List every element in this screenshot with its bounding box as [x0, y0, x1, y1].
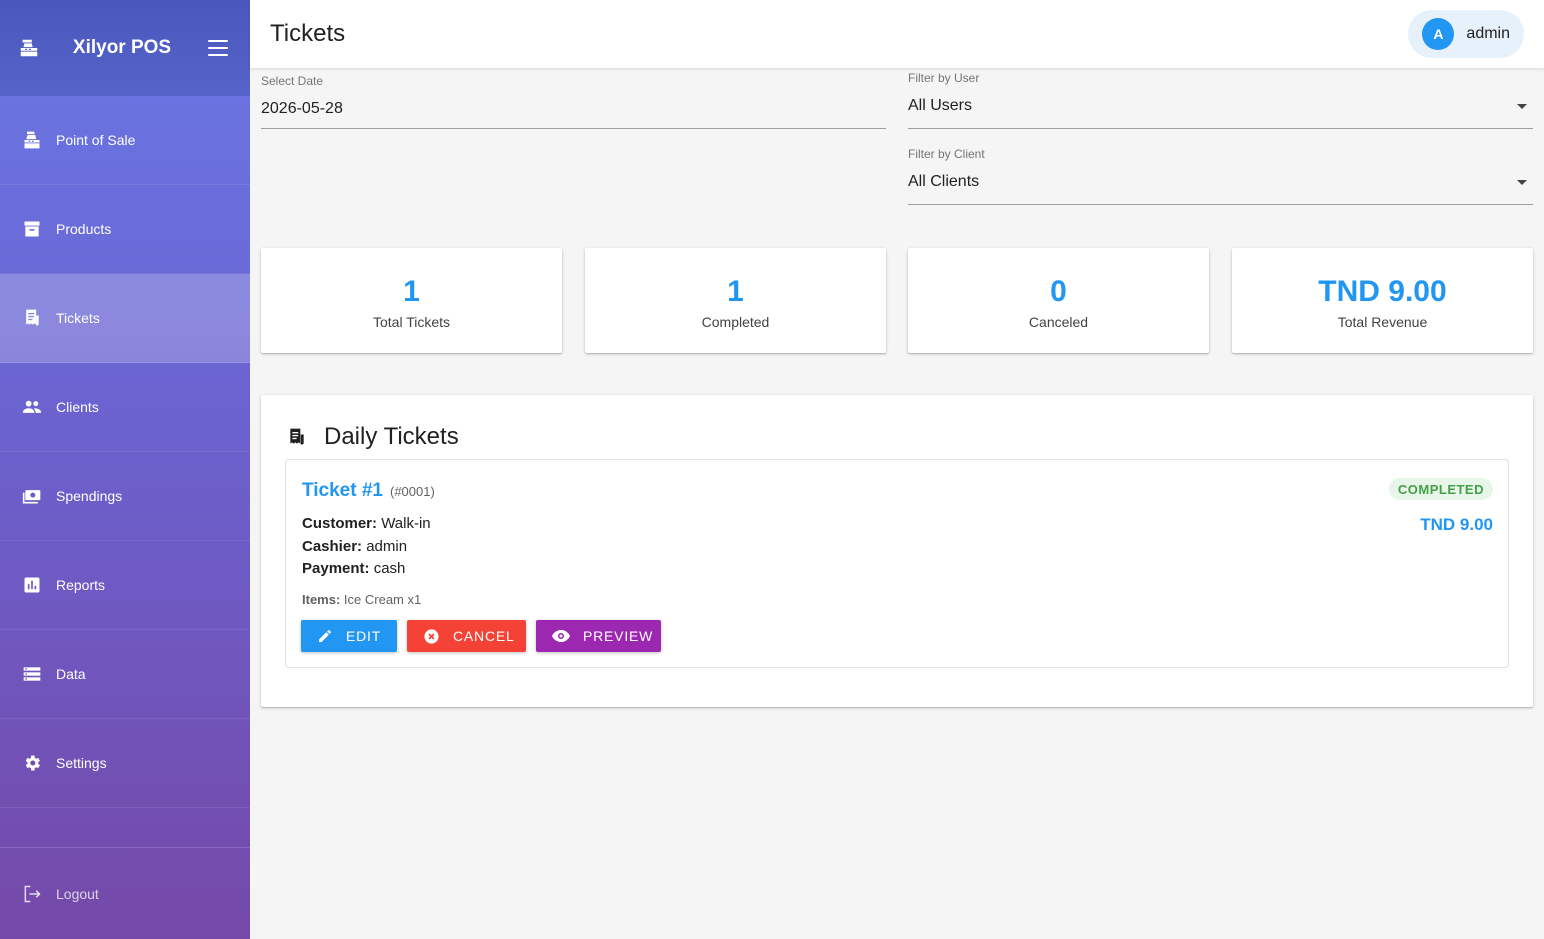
pencil-icon	[317, 627, 333, 645]
sidebar-item-reports[interactable]: Reports	[0, 541, 250, 630]
client-filter-value: All Clients	[908, 173, 980, 190]
cash-register-icon	[22, 130, 42, 150]
date-field-label: Select Date	[261, 74, 324, 88]
sidebar-item-data[interactable]: Data	[0, 630, 250, 719]
top-bar: Tickets A admin	[250, 0, 1544, 68]
stat-value: 1	[727, 275, 744, 308]
stat-caption: Canceled	[1028, 314, 1089, 330]
panel-header: Daily Tickets	[287, 423, 459, 451]
sidebar-item-label: Products	[56, 221, 112, 237]
sidebar-item-label: Data	[56, 666, 86, 682]
date-field-value[interactable]: 2026-05-28	[261, 100, 343, 118]
receipt-icon	[287, 426, 307, 448]
stat-card-total-revenue: TND 9.00 Total Revenue	[1232, 248, 1533, 353]
sidebar-item-label: Settings	[56, 755, 107, 771]
hamburger-menu-icon[interactable]	[208, 40, 228, 56]
cancel-button[interactable]: CANCEL	[407, 620, 526, 652]
status-badge: COMPLETED	[1388, 478, 1493, 500]
stat-value: TND 9.00	[1318, 275, 1447, 308]
ticket-card: Ticket #1 (#0001) COMPLETED TND 9.00 Cus…	[285, 459, 1509, 668]
sidebar-item-settings[interactable]: Settings	[0, 719, 250, 808]
cashier-label: Cashier:	[302, 538, 363, 555]
sidebar-item-label: Reports	[56, 577, 106, 593]
sidebar-header: Xilyor POS	[0, 0, 250, 96]
logout-label: Logout	[56, 885, 99, 902]
items-value: Ice Cream x1	[343, 592, 422, 607]
items-label: Items:	[302, 592, 341, 607]
user-menu[interactable]: A admin	[1408, 10, 1524, 58]
stat-value: 0	[1050, 275, 1067, 308]
customer-value: Walk-in	[381, 515, 431, 532]
customer-label: Customer:	[302, 515, 378, 532]
sidebar-item-label: Tickets	[56, 310, 100, 326]
receipt-icon	[22, 308, 42, 328]
edit-button-label: EDIT	[346, 628, 382, 644]
stat-caption: Total Tickets	[372, 314, 451, 330]
ticket-title[interactable]: Ticket #1	[302, 480, 383, 502]
close-circle-icon	[423, 627, 440, 645]
payment-value: cash	[373, 560, 406, 577]
payment-row: Payment: cash	[302, 560, 405, 577]
ticket-number: (#0001)	[390, 484, 435, 499]
customer-row: Customer: Walk-in	[302, 515, 431, 532]
stat-value: 1	[403, 275, 420, 308]
avatar: A	[1422, 18, 1455, 50]
chevron-down-icon	[1517, 180, 1527, 185]
edit-button[interactable]: EDIT	[301, 620, 397, 652]
sidebar-item-tickets[interactable]: Tickets	[0, 274, 250, 363]
sidebar-item-label: Spendings	[56, 488, 123, 504]
client-filter-select[interactable]: Filter by Client All Clients	[908, 146, 1533, 205]
sidebar-item-spendings[interactable]: Spendings	[0, 452, 250, 541]
ticket-total: TND 9.00	[1420, 515, 1493, 534]
sidebar-item-label: Clients	[56, 399, 99, 415]
user-filter-value: All Users	[908, 97, 973, 114]
user-filter-select[interactable]: Filter by User All Users	[908, 70, 1533, 129]
app-brand: Xilyor POS	[72, 37, 172, 58]
storage-icon	[22, 664, 42, 684]
page-title: Tickets	[270, 20, 346, 47]
sidebar-item-clients[interactable]: Clients	[0, 363, 250, 452]
daily-tickets-panel: Daily Tickets Ticket #1 (#0001) COMPLETE…	[261, 395, 1533, 707]
bar-chart-icon	[22, 575, 42, 595]
stat-card-completed: 1 Completed	[585, 248, 886, 353]
sidebar-item-products[interactable]: Products	[0, 185, 250, 274]
logout-button[interactable]: Logout	[0, 847, 250, 939]
stat-card-total-tickets: 1 Total Tickets	[261, 248, 562, 353]
payment-label: Payment:	[302, 560, 370, 577]
people-icon	[22, 397, 42, 417]
gear-icon	[22, 753, 42, 773]
chevron-down-icon	[1517, 104, 1527, 109]
user-filter-label: Filter by User	[908, 71, 980, 85]
preview-button-label: PREVIEW	[583, 628, 654, 644]
cancel-button-label: CANCEL	[453, 628, 515, 644]
cash-register-icon	[18, 37, 40, 59]
sidebar-item-label: Point of Sale	[56, 132, 136, 148]
cashier-value: admin	[366, 538, 408, 555]
archive-box-icon	[22, 219, 42, 239]
preview-button[interactable]: PREVIEW	[536, 620, 661, 652]
items-row: Items: Ice Cream x1	[302, 592, 421, 607]
eye-icon	[552, 627, 570, 645]
user-name: admin	[1466, 25, 1510, 42]
stat-caption: Completed	[701, 314, 770, 330]
money-icon	[22, 486, 42, 506]
logout-icon	[22, 884, 42, 904]
stat-card-canceled: 0 Canceled	[908, 248, 1209, 353]
stat-caption: Total Revenue	[1337, 314, 1428, 330]
sidebar: Xilyor POS Point of Sale Products Ticket…	[0, 0, 250, 939]
sidebar-item-point-of-sale[interactable]: Point of Sale	[0, 96, 250, 185]
cashier-row: Cashier: admin	[302, 538, 407, 555]
client-filter-label: Filter by Client	[908, 147, 985, 161]
panel-title: Daily Tickets	[324, 423, 459, 450]
date-field[interactable]: Select Date 2026-05-28	[261, 70, 886, 129]
